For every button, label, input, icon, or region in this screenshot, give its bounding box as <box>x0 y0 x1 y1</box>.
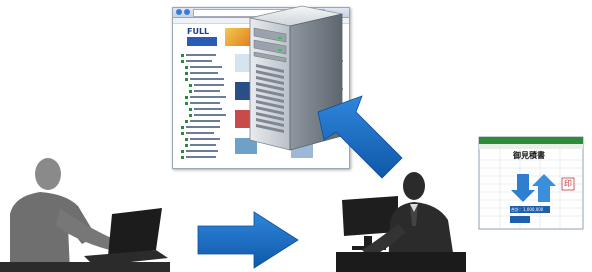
desktop-monitor <box>342 196 398 236</box>
sheet-total-box <box>510 216 530 223</box>
quote-stamp: 印 <box>564 179 572 188</box>
laptop-screen <box>108 208 162 256</box>
server-power-led <box>278 37 282 39</box>
server-activity-led <box>278 49 282 51</box>
person-desktop-icon <box>336 172 466 272</box>
quote-amount: 合計：1,000,000 <box>511 207 544 212</box>
quote-title: 御見積書 <box>513 151 545 160</box>
right-arrow-icon <box>197 211 299 269</box>
person-laptop-icon <box>0 158 170 272</box>
diagram-canvas <box>0 5 584 272</box>
